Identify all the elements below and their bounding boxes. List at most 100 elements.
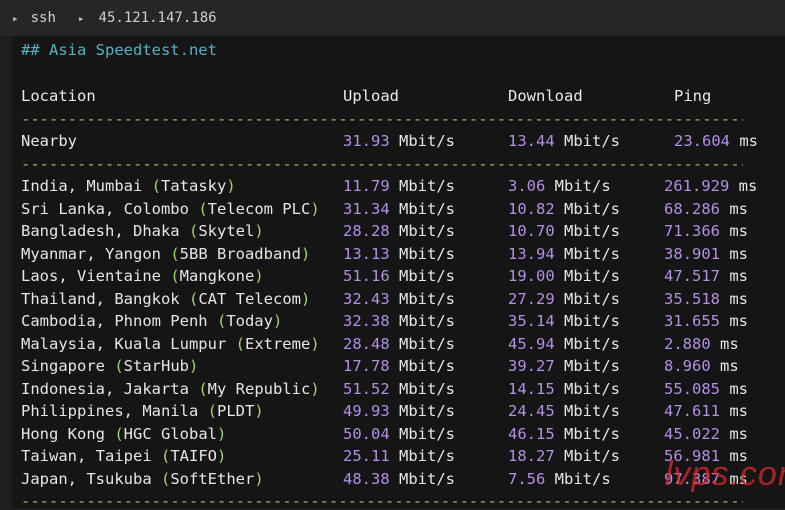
row-location: Indonesia, Jakarta [21,379,199,398]
speed-unit: Mbit/s [399,402,456,420]
row-download: 35.14 [508,312,555,330]
nearby-ping: 23.604 [674,132,730,150]
row-download: 18.27 [508,447,555,465]
speed-unit: Mbit/s [399,424,456,443]
row-download: 24.45 [508,402,555,420]
row-provider: My Republic [207,379,311,398]
row-download: 14.15 [508,379,555,398]
speed-unit: Mbit/s [564,334,621,353]
table-header: Location Upload Download Ping [0,87,785,109]
section-heading: ## Asia Speedtest.net [21,41,217,59]
row-provider: TAIFO [170,447,217,465]
row-upload: 49.93 [343,402,390,420]
nearby-download: 13.44 [508,132,555,150]
row-provider: Extreme [244,334,311,353]
speed-unit: Mbit/s [564,357,621,375]
speed-unit: Mbit/s [564,199,621,218]
terminal-titlebar: ▸ ssh ▸ 45.121.147.186 [0,0,785,36]
separator-line: ----------------------------------------… [21,155,743,173]
speed-unit: Mbit/s [564,447,621,465]
row-provider: Today [226,312,273,330]
col-ping: Ping [674,87,712,105]
speed-unit: Mbit/s [564,289,621,308]
ping-unit: ms [729,244,749,263]
row-upload: 31.34 [343,199,390,218]
row-upload: 48.38 [343,469,390,488]
nearby-location: Nearby [21,132,77,150]
row-upload: 25.11 [343,447,390,465]
row-provider: StarHub [123,357,189,375]
table-row: India, Mumbai (Tatasky) 11.79 Mbit/s 3.06 … [21,177,758,195]
speed-unit: Mbit/s [564,267,621,285]
separator-line: ----------------------------------------… [21,492,743,510]
row-ping: 261.929 [664,177,730,195]
row-ping: 47.611 [664,402,720,420]
table-row: Indonesia, Jakarta (My Republic) 51.52 Mb… [21,379,749,398]
speed-unit: Mbit/s [399,289,456,308]
row-upload: 32.38 [343,312,390,330]
row-provider: CAT Telecom [198,289,301,308]
row-location: Myanmar, Yangon [21,244,171,263]
table-row: Hong Kong (HGC Global) 50.04 Mbit/s 46.15 … [21,424,749,443]
row-upload: 32.43 [343,289,390,308]
row-upload: 17.78 [343,357,390,375]
row-download: 19.00 [508,267,555,285]
table-row: Sri Lanka, Colombo (Telecom PLC) 31.34 Mb… [21,199,749,218]
row-location: Philippines, Manila [21,402,208,420]
row-location: Malaysia, Kuala Lumpur [21,334,236,353]
table-row: Philippines, Manila (PLDT) 49.93 Mbit/s 24… [21,402,749,420]
row-ping: 68.286 [664,199,720,218]
speed-unit: Mbit/s [554,469,611,488]
col-location: Location [21,87,96,105]
row-location: Singapore [21,357,115,375]
row-download: 46.15 [508,424,555,443]
row-download: 7.56 [508,469,546,488]
chevron-right-icon[interactable]: ▸ [12,12,19,25]
row-ping: 8.960 [664,357,711,375]
row-location: India, Mumbai [21,177,152,195]
speed-unit: Mbit/s [564,402,621,420]
speed-unit: Mbit/s [399,312,456,330]
ping-unit: ms [720,357,739,375]
speed-unit: Mbit/s [399,357,456,375]
row-download: 45.94 [508,334,555,353]
speed-unit: Mbit/s [564,424,621,443]
watermark: lvps.com [665,455,785,493]
speed-unit: Mbit/s [399,177,456,195]
speed-unit: Mbit/s [399,244,456,263]
speed-unit: Mbit/s [399,447,456,465]
ping-unit: ms [738,177,758,195]
nearby-row: Nearby 31.93 Mbit/s 13.44 Mbit/s 23.604 … [0,132,785,154]
row-location: Thailand, Bangkok [21,289,189,308]
row-ping: 47.517 [664,267,720,285]
row-provider: HGC Global [123,424,217,443]
speed-unit: Mbit/s [399,379,456,398]
host-address: 45.121.147.186 [98,10,217,26]
ping-unit: ms [729,289,749,308]
table-row: Myanmar, Yangon (5BB Broadband) 13.13 Mbi… [21,244,749,263]
speed-unit: Mbit/s [399,222,456,240]
row-download: 10.82 [508,199,555,218]
col-upload: Upload [343,87,399,105]
speed-unit: Mbit/s [564,379,621,398]
ping-unit: ms [729,379,749,398]
nearby-upload: 31.93 [343,132,390,150]
row-location: Sri Lanka, Colombo [21,199,199,218]
row-ping: 31.655 [664,312,720,330]
table-row: Thailand, Bangkok (CAT Telecom) 32.43 Mbi… [21,289,749,308]
table-row: Laos, Vientaine (Mangkone) 51.16 Mbit/s 19… [21,267,749,285]
row-ping: 35.518 [664,289,720,308]
row-download: 13.94 [508,244,555,263]
ping-unit: ms [729,267,749,285]
ping-unit: ms [729,222,749,240]
tab-app-name[interactable]: ssh [31,10,56,26]
row-upload: 28.28 [343,222,390,240]
row-upload: 11.79 [343,177,390,195]
row-location: Hong Kong [21,424,115,443]
row-location: Laos, Vientaine [21,267,171,285]
row-upload: 28.48 [343,334,390,353]
row-ping: 71.366 [664,222,720,240]
row-ping: 45.022 [664,424,720,443]
ping-unit: ms [729,424,749,443]
row-ping: 2.880 [664,334,711,353]
